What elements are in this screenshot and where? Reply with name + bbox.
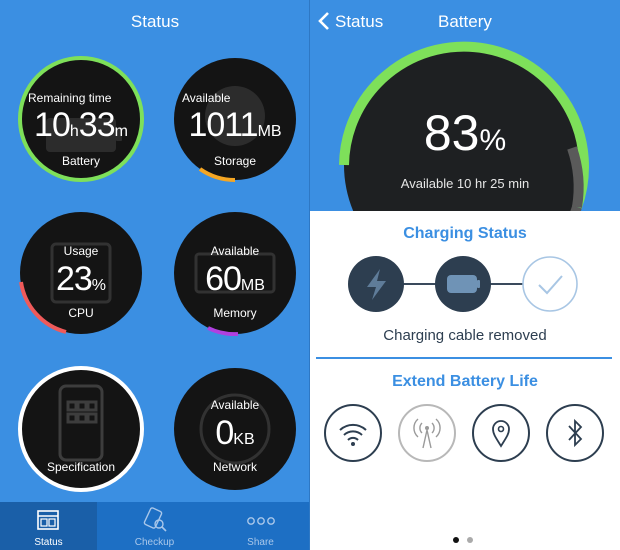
charging-status-text: Charging cable removed <box>383 327 547 344</box>
specification-gauge[interactable]: Specification <box>18 366 144 492</box>
charging-status-title: Charging Status <box>403 225 527 242</box>
page-dot[interactable] <box>467 537 473 543</box>
network-value: 0KB <box>215 414 255 452</box>
bluetooth-toggle[interactable] <box>546 404 604 462</box>
tab-status-label: Status <box>34 537 63 548</box>
storage-gauge[interactable]: Available 1011MB Storage <box>172 56 298 182</box>
tab-status[interactable]: Status <box>0 502 97 550</box>
battery-available: Available 10 hr 25 min <box>400 176 530 191</box>
bluetooth-icon <box>568 418 583 448</box>
cellular-toggle[interactable] <box>398 404 456 462</box>
network-label: Available <box>210 398 260 412</box>
checkup-icon <box>143 507 167 532</box>
tab-share-label: Share <box>247 537 274 548</box>
share-icon <box>247 517 275 525</box>
status-icon <box>37 510 59 530</box>
memory-gauge[interactable]: Available 60MB Memory <box>172 210 298 336</box>
battery-label: Remaining time <box>28 91 112 105</box>
check-step <box>522 256 578 312</box>
location-icon <box>492 420 510 448</box>
wifi-toggle[interactable] <box>324 404 382 462</box>
battery-gauge[interactable]: Remaining time 10h33m Battery <box>18 56 144 182</box>
battery-value: 10h33m <box>34 106 128 144</box>
page-dot-active[interactable] <box>453 537 459 543</box>
cpu-gauge[interactable]: Usage 23% CPU <box>18 210 144 336</box>
battery-icon <box>447 275 477 293</box>
battery-percent: 83% <box>423 105 507 161</box>
network-name: Network <box>212 460 257 474</box>
specification-name: Specification <box>46 460 116 474</box>
memory-name: Memory <box>213 306 257 320</box>
extend-battery-title: Extend Battery Life <box>392 373 538 390</box>
network-gauge[interactable]: Available 0KB Network <box>172 366 298 492</box>
cpu-name: CPU <box>68 306 94 320</box>
cellular-icon <box>413 418 441 449</box>
cpu-label: Usage <box>63 244 99 258</box>
section-divider <box>316 357 612 359</box>
memory-value: 60MB <box>205 260 265 298</box>
status-panel: Status Remaining time 10h33m Battery Ava… <box>0 0 310 550</box>
tab-share[interactable]: Share <box>212 502 309 550</box>
tab-checkup[interactable]: Checkup <box>106 502 203 550</box>
storage-label: Available <box>182 91 231 105</box>
cpu-value: 23% <box>55 260 107 298</box>
location-toggle[interactable] <box>472 404 530 462</box>
charging-steps <box>348 256 578 312</box>
memory-label: Available <box>210 244 260 258</box>
wifi-icon <box>339 423 367 446</box>
storage-value: 1011MB <box>188 106 282 144</box>
storage-name: Storage <box>213 154 257 168</box>
battery-name: Battery <box>61 154 100 168</box>
page-title: Status <box>130 12 180 31</box>
charging-sheet: Charging Status Charging cable removed E… <box>310 211 620 550</box>
tab-checkup-label: Checkup <box>134 537 175 548</box>
tab-bar: Status Checkup Share <box>0 502 310 550</box>
